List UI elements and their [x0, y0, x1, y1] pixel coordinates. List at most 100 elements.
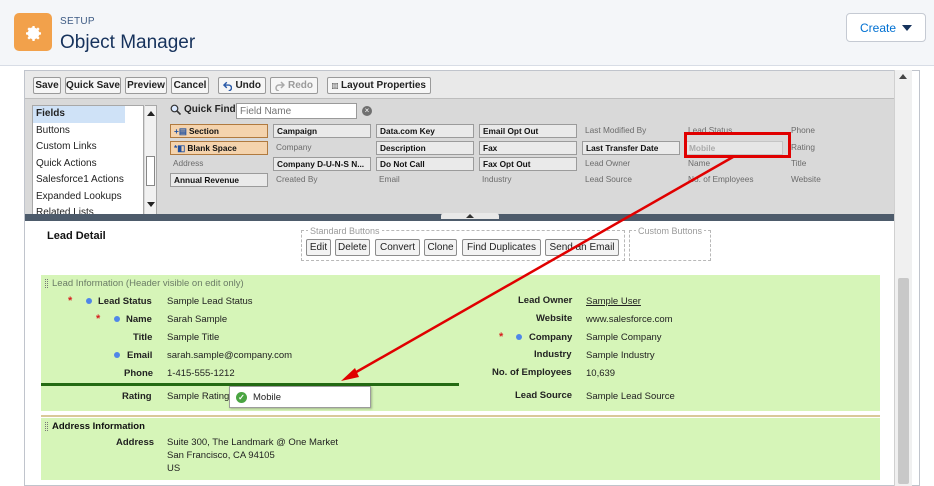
clear-search-icon[interactable]: × [362, 106, 372, 116]
info-dot-icon [114, 316, 120, 322]
setup-label[interactable]: SETUP [60, 16, 95, 27]
quick-save-button[interactable]: Quick Save [65, 77, 121, 94]
scroll-thumb[interactable] [898, 278, 909, 484]
address-line-3: US [167, 463, 181, 474]
palette-field-rating: Rating [791, 142, 815, 152]
page-title: Object Manager [60, 32, 196, 53]
field-value-email: sarah.sample@company.com [167, 350, 293, 361]
info-dot-icon [86, 298, 92, 304]
custom-buttons-group: Custom Buttons [629, 226, 711, 261]
dragged-field-mobile[interactable]: ✓ Mobile [229, 386, 371, 408]
palette-field-no-of-employees: No. of Employees [688, 174, 754, 184]
delete-button[interactable]: Delete [335, 239, 370, 256]
field-label-lead-source[interactable]: Lead Source [515, 390, 572, 401]
palette-field-created-by: Created By [276, 174, 318, 184]
field-value-lead-owner: Sample User [586, 296, 641, 307]
palette-field-fax-opt-out[interactable]: Fax Opt Out [479, 157, 577, 171]
layout-properties-label: Layout Properties [340, 80, 426, 91]
category-buttons[interactable]: Buttons [33, 123, 143, 140]
gear-icon [14, 13, 52, 51]
palette-field-lead-owner: Lead Owner [585, 158, 631, 168]
redo-button[interactable]: Redo [270, 77, 318, 94]
palette-field-annual-revenue[interactable]: Annual Revenue [170, 173, 268, 187]
info-dot-icon [114, 352, 120, 358]
palette-field-website: Website [791, 174, 821, 184]
quick-find-text: Quick Find [184, 104, 236, 115]
palette-field-last-modified-by: Last Modified By [585, 125, 647, 135]
scroll-up-icon[interactable] [899, 74, 907, 79]
field-label-lead-owner[interactable]: Lead Owner [518, 295, 572, 306]
palette-field-do-not-call[interactable]: Do Not Call [376, 157, 474, 171]
preview-button[interactable]: Preview [125, 77, 167, 94]
field-label-name[interactable]: Name [126, 314, 152, 325]
cancel-button[interactable]: Cancel [171, 77, 209, 94]
palette-field-blank-space[interactable]: *◧ Blank Space [170, 141, 268, 155]
layout-title: Lead Detail [47, 230, 106, 242]
chevron-down-icon [902, 24, 913, 31]
palette-field-email-opt-out[interactable]: Email Opt Out [479, 124, 577, 138]
field-label-no-of-employees[interactable]: No. of Employees [492, 367, 572, 378]
category-scrollbar[interactable] [145, 105, 157, 215]
field-label-company[interactable]: Company [529, 332, 572, 343]
find-duplicates-button[interactable]: Find Duplicates [462, 239, 541, 256]
field-value-name: Sarah Sample [167, 314, 228, 325]
field-value-industry: Sample Industry [586, 350, 655, 361]
redo-icon [275, 80, 285, 91]
palette-field-campaign[interactable]: Campaign [273, 124, 371, 138]
palette-field-industry: Industry [482, 174, 512, 184]
field-label-lead-status[interactable]: Lead Status [98, 296, 152, 307]
page-scrollbar[interactable] [894, 70, 912, 486]
scroll-up-icon[interactable] [147, 111, 155, 116]
category-quick-actions[interactable]: Quick Actions [33, 156, 143, 173]
custom-buttons-label: Custom Buttons [636, 226, 705, 236]
drag-handle-icon[interactable] [45, 422, 48, 431]
create-button[interactable]: Create [846, 13, 926, 42]
convert-button[interactable]: Convert [375, 239, 420, 256]
field-label-title[interactable]: Title [133, 332, 152, 343]
layout-properties-icon [332, 82, 338, 89]
field-label-rating[interactable]: Rating [122, 391, 152, 402]
quick-find-input[interactable] [236, 103, 357, 119]
highlight-annotation [684, 132, 791, 158]
scroll-thumb[interactable] [146, 156, 155, 186]
send-email-button[interactable]: Send an Email [545, 239, 619, 256]
collapse-palette-handle[interactable] [441, 213, 499, 219]
field-value-lead-source: Sample Lead Source [586, 391, 675, 402]
category-custom-links[interactable]: Custom Links [33, 139, 143, 156]
field-label: Section [189, 126, 219, 136]
field-label-address[interactable]: Address [116, 437, 154, 448]
palette-field-description[interactable]: Description [376, 141, 474, 155]
search-icon [170, 104, 181, 115]
clone-button[interactable]: Clone [424, 239, 457, 256]
category-salesforce1-actions[interactable]: Salesforce1 Actions [33, 172, 143, 189]
palette-field-email: Email [379, 174, 400, 184]
palette-field-data-com-key[interactable]: Data.com Key [376, 124, 474, 138]
palette-field-last-transfer-date[interactable]: Last Transfer Date [582, 141, 680, 155]
field-label-industry[interactable]: Industry [534, 349, 571, 360]
layout-properties-button[interactable]: Layout Properties [327, 77, 431, 94]
palette-field-company-duns[interactable]: Company D-U-N-S N... [273, 157, 371, 171]
address-line-1: Suite 300, The Landmark @ One Market [167, 437, 339, 448]
field-value-rating: Sample Rating [167, 391, 230, 402]
save-button[interactable]: Save [33, 77, 61, 94]
drag-handle-icon[interactable] [45, 279, 48, 288]
palette-field-fax[interactable]: Fax [479, 141, 577, 155]
required-icon: * [68, 295, 73, 307]
field-value-company: Sample Company [586, 332, 662, 343]
page-header: SETUP Object Manager Create [0, 0, 934, 66]
field-label-website[interactable]: Website [536, 313, 572, 324]
field-label-phone[interactable]: Phone [124, 368, 153, 379]
palette-field-section[interactable]: +▤ Section [170, 124, 268, 138]
checkmark-icon: ✓ [236, 391, 247, 403]
palette-field-phone: Phone [791, 125, 815, 135]
category-expanded-lookups[interactable]: Expanded Lookups [33, 189, 143, 206]
field-label-email[interactable]: Email [127, 350, 152, 361]
create-button-label: Create [859, 20, 897, 35]
scroll-down-icon[interactable] [147, 202, 155, 207]
edit-button[interactable]: Edit [306, 239, 331, 256]
field-value-website: www.salesforce.com [586, 314, 673, 325]
category-fields[interactable]: Fields [33, 106, 125, 123]
undo-button[interactable]: Undo [218, 77, 266, 94]
field-value-lead-status: Sample Lead Status [167, 296, 253, 307]
editor-toolbar: Save Quick Save Preview Cancel Undo Redo… [25, 71, 895, 99]
